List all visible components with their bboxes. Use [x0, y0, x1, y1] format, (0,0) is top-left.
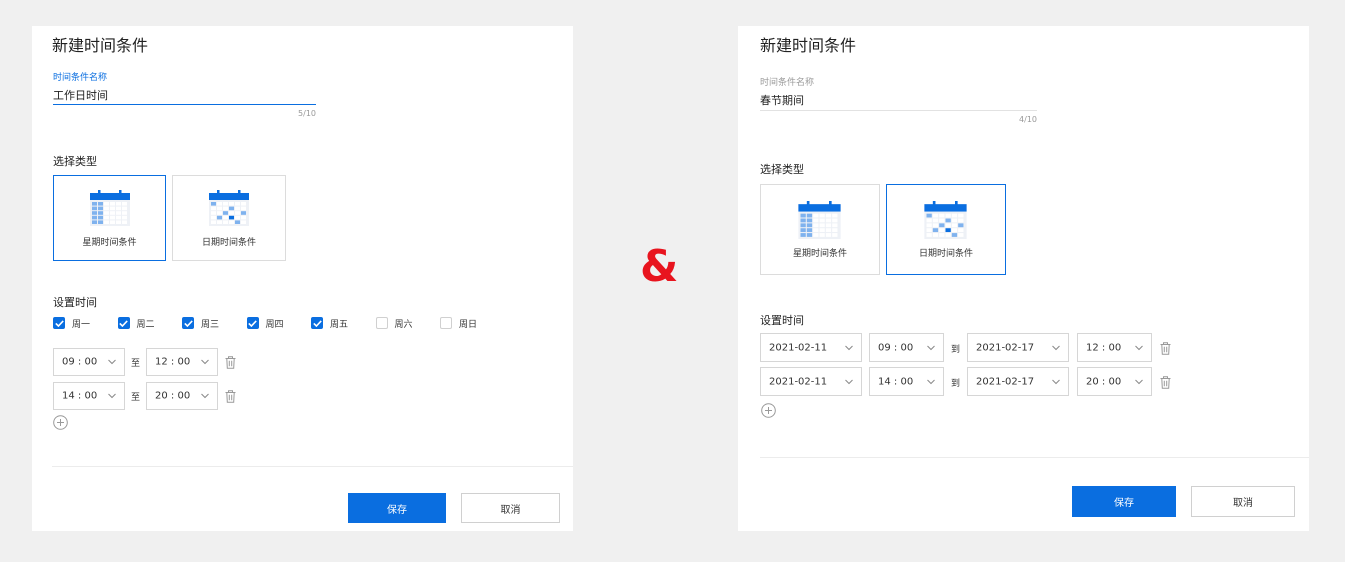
weekday-checkbox[interactable] [440, 317, 452, 329]
chevron-down-icon [927, 345, 935, 350]
start-time-value: 09 : 00 [62, 356, 98, 368]
weekday-checkbox[interactable] [53, 317, 65, 329]
range-separator: 到 [951, 345, 961, 355]
footer-divider [760, 457, 1309, 458]
weekday-checkbox[interactable] [375, 317, 388, 329]
dialog-title: 新建时间条件 [52, 36, 149, 55]
range-separator: 至 [131, 359, 141, 369]
weekday-label: 周日 [459, 320, 478, 330]
calendar-week-icon [90, 190, 130, 226]
weekday-checkbox[interactable] [311, 317, 323, 329]
weekday-label: 周二 [136, 320, 155, 330]
range-separator: 到 [951, 379, 961, 389]
chevron-down-icon [201, 393, 209, 399]
weekday-checkbox[interactable] [182, 317, 194, 329]
time-section-label: 设置时间 [53, 296, 97, 309]
trash-icon[interactable] [1160, 376, 1171, 389]
chevron-down-icon [1052, 379, 1060, 384]
chevron-down-icon [108, 393, 116, 399]
end-date-select-value: 2021-02-17 [976, 342, 1035, 353]
card-week-time-condition[interactable]: 星期时间条件 [760, 184, 880, 275]
chevron-down-icon [845, 379, 853, 384]
weekday-label: 周一 [72, 320, 91, 330]
type-section-label: 选择类型 [760, 163, 804, 176]
card-week-label: 星期时间条件 [82, 238, 137, 248]
name-field-input[interactable]: 春节期间 [760, 92, 804, 108]
card-week-time-condition[interactable]: 星期时间条件 [53, 175, 166, 261]
calendar-week-icon [798, 201, 841, 239]
trash-icon[interactable] [225, 390, 236, 403]
name-field-counter: 5/10 [298, 109, 316, 118]
save-button[interactable]: 保存 [1072, 486, 1176, 517]
name-field-input[interactable]: 工作日时间 [53, 87, 108, 103]
card-date-time-condition[interactable]: 日期时间条件 [886, 184, 1006, 275]
chevron-down-icon [201, 359, 209, 365]
add-range-plus-icon[interactable] [761, 403, 776, 418]
left-dialog-panel: 新建时间条件 时间条件名称 工作日时间 5/10 选择类型 星期时间条件 日期时… [32, 26, 573, 531]
start-time-select-value: 09 : 00 [878, 342, 914, 353]
end-time-select-value: 20 : 00 [1086, 376, 1122, 387]
name-field-underline [760, 110, 1037, 111]
dialog-title: 新建时间条件 [760, 36, 857, 55]
calendar-date-icon [209, 190, 249, 226]
type-section-label: 选择类型 [53, 155, 97, 168]
weekday-label: 周五 [330, 320, 349, 330]
name-field-counter: 4/10 [1019, 115, 1037, 124]
name-field-label: 时间条件名称 [53, 73, 108, 83]
footer-divider [52, 466, 573, 467]
end-time-select[interactable]: 20 : 00 [1077, 367, 1152, 396]
range-separator: 至 [131, 393, 141, 403]
chevron-down-icon [845, 345, 853, 350]
right-dialog-panel: 新建时间条件 时间条件名称 春节期间 4/10 选择类型 星期时间条件 日期时间… [738, 26, 1309, 531]
end-time-value: 12 : 00 [155, 356, 191, 368]
name-field-underline [53, 104, 316, 105]
end-date-select[interactable]: 2021-02-17 [967, 367, 1069, 396]
card-date-label: 日期时间条件 [918, 249, 973, 259]
end-date-select[interactable]: 2021-02-17 [967, 333, 1069, 362]
start-date-select[interactable]: 2021-02-11 [760, 333, 862, 362]
end-time-select[interactable]: 12 : 00 [146, 348, 218, 376]
end-date-select-value: 2021-02-17 [976, 376, 1035, 387]
time-section-label: 设置时间 [760, 314, 804, 327]
weekday-checkbox[interactable] [246, 317, 259, 329]
chevron-down-icon [108, 359, 116, 365]
end-time-select-value: 12 : 00 [1086, 342, 1122, 353]
chevron-down-icon [1135, 379, 1143, 384]
card-date-time-condition[interactable]: 日期时间条件 [172, 175, 286, 261]
card-week-label: 星期时间条件 [792, 249, 847, 259]
name-field-label: 时间条件名称 [760, 78, 815, 88]
start-date-select-value: 2021-02-11 [769, 342, 828, 353]
start-time-select[interactable]: 09 : 00 [53, 348, 125, 376]
end-time-value: 20 : 00 [155, 390, 191, 402]
chevron-down-icon [1052, 345, 1060, 350]
start-date-select-value: 2021-02-11 [769, 376, 828, 387]
start-time-select[interactable]: 09 : 00 [869, 333, 944, 362]
start-time-select[interactable]: 14 : 00 [869, 367, 944, 396]
weekday-label: 周四 [265, 320, 284, 330]
add-range-plus-icon[interactable] [53, 415, 68, 430]
card-date-label: 日期时间条件 [201, 238, 256, 248]
end-time-select[interactable]: 12 : 00 [1077, 333, 1152, 362]
chevron-down-icon [1135, 345, 1143, 350]
trash-icon[interactable] [225, 356, 236, 369]
weekday-label: 周三 [201, 320, 220, 330]
cancel-button[interactable]: 取消 [461, 493, 560, 523]
save-button[interactable]: 保存 [348, 493, 446, 523]
weekday-checkbox[interactable] [117, 317, 130, 329]
cancel-button[interactable]: 取消 [1191, 486, 1295, 517]
trash-icon[interactable] [1160, 342, 1171, 355]
weekday-label: 周六 [394, 320, 413, 330]
start-date-select[interactable]: 2021-02-11 [760, 367, 862, 396]
start-time-select[interactable]: 14 : 00 [53, 382, 125, 410]
start-time-select-value: 14 : 00 [878, 376, 914, 387]
ampersand-separator: & [640, 241, 679, 292]
chevron-down-icon [927, 379, 935, 384]
calendar-date-icon [924, 201, 967, 239]
end-time-select[interactable]: 20 : 00 [146, 382, 218, 410]
start-time-value: 14 : 00 [62, 390, 98, 402]
